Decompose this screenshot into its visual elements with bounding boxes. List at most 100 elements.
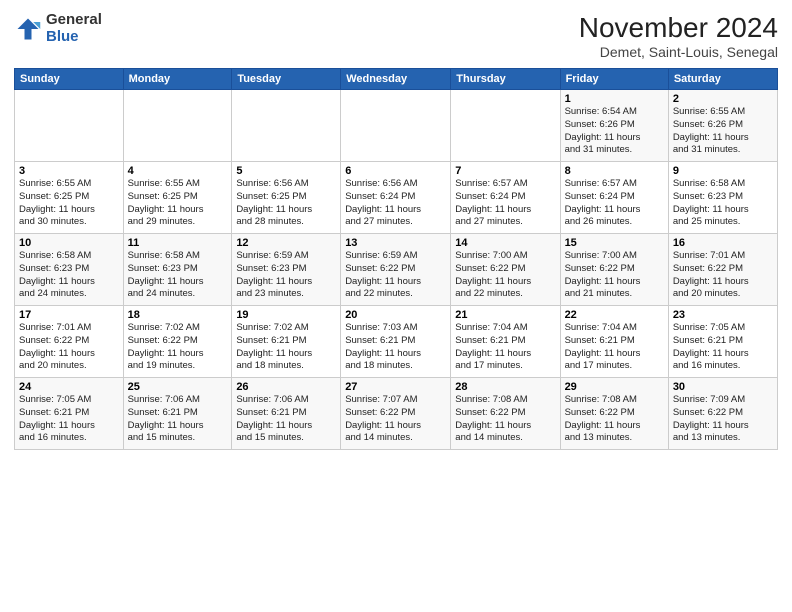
calendar-cell bbox=[123, 90, 232, 162]
calendar-cell: 10Sunrise: 6:58 AM Sunset: 6:23 PM Dayli… bbox=[15, 234, 124, 306]
calendar-cell: 30Sunrise: 7:09 AM Sunset: 6:22 PM Dayli… bbox=[668, 378, 777, 450]
calendar-cell bbox=[232, 90, 341, 162]
day-info: Sunrise: 7:00 AM Sunset: 6:22 PM Dayligh… bbox=[565, 250, 664, 301]
calendar-cell: 24Sunrise: 7:05 AM Sunset: 6:21 PM Dayli… bbox=[15, 378, 124, 450]
day-info: Sunrise: 7:04 AM Sunset: 6:21 PM Dayligh… bbox=[565, 322, 664, 373]
calendar-cell: 21Sunrise: 7:04 AM Sunset: 6:21 PM Dayli… bbox=[451, 306, 560, 378]
calendar-table: Sunday Monday Tuesday Wednesday Thursday… bbox=[14, 68, 778, 450]
day-info: Sunrise: 6:56 AM Sunset: 6:24 PM Dayligh… bbox=[345, 178, 446, 229]
day-number: 14 bbox=[455, 237, 555, 249]
calendar-cell: 2Sunrise: 6:55 AM Sunset: 6:26 PM Daylig… bbox=[668, 90, 777, 162]
day-number: 27 bbox=[345, 381, 446, 393]
calendar-cell bbox=[341, 90, 451, 162]
calendar-cell: 20Sunrise: 7:03 AM Sunset: 6:21 PM Dayli… bbox=[341, 306, 451, 378]
day-info: Sunrise: 7:02 AM Sunset: 6:21 PM Dayligh… bbox=[236, 322, 336, 373]
calendar-cell bbox=[15, 90, 124, 162]
day-info: Sunrise: 6:55 AM Sunset: 6:26 PM Dayligh… bbox=[673, 106, 773, 157]
calendar-cell: 17Sunrise: 7:01 AM Sunset: 6:22 PM Dayli… bbox=[15, 306, 124, 378]
day-info: Sunrise: 7:07 AM Sunset: 6:22 PM Dayligh… bbox=[345, 394, 446, 445]
day-number: 18 bbox=[128, 309, 228, 321]
col-friday: Friday bbox=[560, 69, 668, 90]
calendar-week-3: 10Sunrise: 6:58 AM Sunset: 6:23 PM Dayli… bbox=[15, 234, 778, 306]
day-info: Sunrise: 6:54 AM Sunset: 6:26 PM Dayligh… bbox=[565, 106, 664, 157]
day-info: Sunrise: 7:09 AM Sunset: 6:22 PM Dayligh… bbox=[673, 394, 773, 445]
day-info: Sunrise: 6:55 AM Sunset: 6:25 PM Dayligh… bbox=[128, 178, 228, 229]
day-number: 15 bbox=[565, 237, 664, 249]
day-info: Sunrise: 6:57 AM Sunset: 6:24 PM Dayligh… bbox=[455, 178, 555, 229]
day-number: 26 bbox=[236, 381, 336, 393]
logo-text: General Blue bbox=[46, 12, 102, 45]
day-number: 7 bbox=[455, 165, 555, 177]
day-number: 8 bbox=[565, 165, 664, 177]
day-number: 24 bbox=[19, 381, 119, 393]
calendar-cell: 1Sunrise: 6:54 AM Sunset: 6:26 PM Daylig… bbox=[560, 90, 668, 162]
day-number: 23 bbox=[673, 309, 773, 321]
calendar-week-1: 1Sunrise: 6:54 AM Sunset: 6:26 PM Daylig… bbox=[15, 90, 778, 162]
day-number: 5 bbox=[236, 165, 336, 177]
day-number: 1 bbox=[565, 93, 664, 105]
day-info: Sunrise: 6:58 AM Sunset: 6:23 PM Dayligh… bbox=[19, 250, 119, 301]
calendar-cell: 23Sunrise: 7:05 AM Sunset: 6:21 PM Dayli… bbox=[668, 306, 777, 378]
day-number: 20 bbox=[345, 309, 446, 321]
calendar-cell: 18Sunrise: 7:02 AM Sunset: 6:22 PM Dayli… bbox=[123, 306, 232, 378]
col-sunday: Sunday bbox=[15, 69, 124, 90]
calendar-cell: 19Sunrise: 7:02 AM Sunset: 6:21 PM Dayli… bbox=[232, 306, 341, 378]
day-number: 17 bbox=[19, 309, 119, 321]
calendar-header-row: Sunday Monday Tuesday Wednesday Thursday… bbox=[15, 69, 778, 90]
day-info: Sunrise: 7:06 AM Sunset: 6:21 PM Dayligh… bbox=[236, 394, 336, 445]
day-info: Sunrise: 7:01 AM Sunset: 6:22 PM Dayligh… bbox=[19, 322, 119, 373]
day-number: 21 bbox=[455, 309, 555, 321]
day-number: 19 bbox=[236, 309, 336, 321]
calendar-cell: 9Sunrise: 6:58 AM Sunset: 6:23 PM Daylig… bbox=[668, 162, 777, 234]
day-info: Sunrise: 7:08 AM Sunset: 6:22 PM Dayligh… bbox=[455, 394, 555, 445]
calendar-cell: 28Sunrise: 7:08 AM Sunset: 6:22 PM Dayli… bbox=[451, 378, 560, 450]
day-info: Sunrise: 7:01 AM Sunset: 6:22 PM Dayligh… bbox=[673, 250, 773, 301]
logo-general: General bbox=[46, 11, 102, 28]
day-info: Sunrise: 7:08 AM Sunset: 6:22 PM Dayligh… bbox=[565, 394, 664, 445]
day-number: 25 bbox=[128, 381, 228, 393]
calendar-cell: 25Sunrise: 7:06 AM Sunset: 6:21 PM Dayli… bbox=[123, 378, 232, 450]
header: General Blue November 2024 Demet, Saint-… bbox=[14, 12, 778, 60]
day-info: Sunrise: 6:58 AM Sunset: 6:23 PM Dayligh… bbox=[673, 178, 773, 229]
day-info: Sunrise: 6:58 AM Sunset: 6:23 PM Dayligh… bbox=[128, 250, 228, 301]
location: Demet, Saint-Louis, Senegal bbox=[579, 44, 778, 60]
day-number: 30 bbox=[673, 381, 773, 393]
day-number: 28 bbox=[455, 381, 555, 393]
day-info: Sunrise: 7:05 AM Sunset: 6:21 PM Dayligh… bbox=[19, 394, 119, 445]
calendar-cell: 15Sunrise: 7:00 AM Sunset: 6:22 PM Dayli… bbox=[560, 234, 668, 306]
day-info: Sunrise: 6:57 AM Sunset: 6:24 PM Dayligh… bbox=[565, 178, 664, 229]
day-number: 2 bbox=[673, 93, 773, 105]
day-number: 22 bbox=[565, 309, 664, 321]
col-thursday: Thursday bbox=[451, 69, 560, 90]
col-monday: Monday bbox=[123, 69, 232, 90]
calendar-cell: 22Sunrise: 7:04 AM Sunset: 6:21 PM Dayli… bbox=[560, 306, 668, 378]
calendar-cell: 11Sunrise: 6:58 AM Sunset: 6:23 PM Dayli… bbox=[123, 234, 232, 306]
day-number: 12 bbox=[236, 237, 336, 249]
page: General Blue November 2024 Demet, Saint-… bbox=[0, 0, 792, 612]
day-info: Sunrise: 6:59 AM Sunset: 6:22 PM Dayligh… bbox=[345, 250, 446, 301]
col-wednesday: Wednesday bbox=[341, 69, 451, 90]
calendar-cell: 3Sunrise: 6:55 AM Sunset: 6:25 PM Daylig… bbox=[15, 162, 124, 234]
calendar-cell: 16Sunrise: 7:01 AM Sunset: 6:22 PM Dayli… bbox=[668, 234, 777, 306]
calendar-week-4: 17Sunrise: 7:01 AM Sunset: 6:22 PM Dayli… bbox=[15, 306, 778, 378]
day-info: Sunrise: 7:03 AM Sunset: 6:21 PM Dayligh… bbox=[345, 322, 446, 373]
calendar-cell: 27Sunrise: 7:07 AM Sunset: 6:22 PM Dayli… bbox=[341, 378, 451, 450]
calendar-cell bbox=[451, 90, 560, 162]
calendar-cell: 8Sunrise: 6:57 AM Sunset: 6:24 PM Daylig… bbox=[560, 162, 668, 234]
day-number: 6 bbox=[345, 165, 446, 177]
day-info: Sunrise: 6:56 AM Sunset: 6:25 PM Dayligh… bbox=[236, 178, 336, 229]
logo-icon bbox=[14, 15, 42, 43]
calendar-cell: 7Sunrise: 6:57 AM Sunset: 6:24 PM Daylig… bbox=[451, 162, 560, 234]
calendar-cell: 12Sunrise: 6:59 AM Sunset: 6:23 PM Dayli… bbox=[232, 234, 341, 306]
day-number: 16 bbox=[673, 237, 773, 249]
col-tuesday: Tuesday bbox=[232, 69, 341, 90]
day-info: Sunrise: 6:59 AM Sunset: 6:23 PM Dayligh… bbox=[236, 250, 336, 301]
calendar-cell: 6Sunrise: 6:56 AM Sunset: 6:24 PM Daylig… bbox=[341, 162, 451, 234]
day-number: 13 bbox=[345, 237, 446, 249]
calendar-week-2: 3Sunrise: 6:55 AM Sunset: 6:25 PM Daylig… bbox=[15, 162, 778, 234]
month-title: November 2024 bbox=[579, 12, 778, 44]
day-number: 9 bbox=[673, 165, 773, 177]
col-saturday: Saturday bbox=[668, 69, 777, 90]
day-info: Sunrise: 7:02 AM Sunset: 6:22 PM Dayligh… bbox=[128, 322, 228, 373]
title-block: November 2024 Demet, Saint-Louis, Senega… bbox=[579, 12, 778, 60]
